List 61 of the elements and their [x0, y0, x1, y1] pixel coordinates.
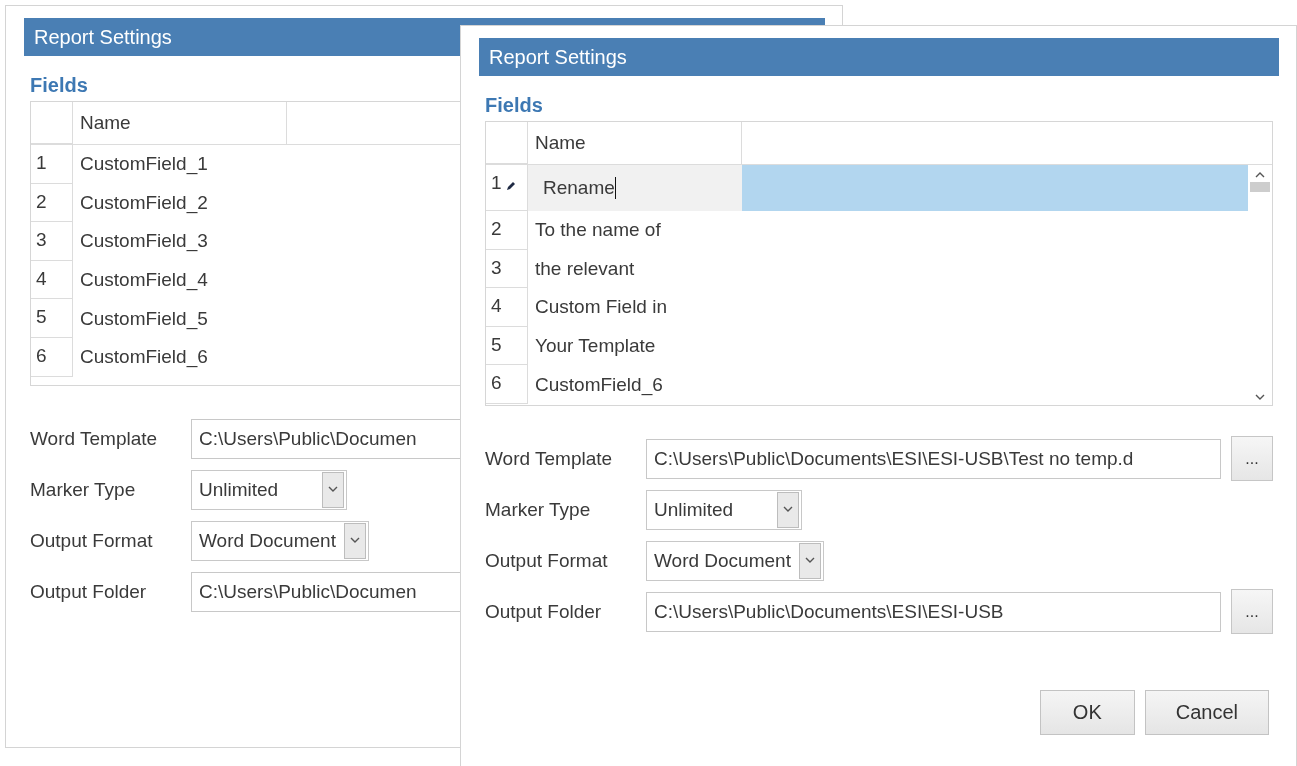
rename-field[interactable]: Rename — [528, 165, 742, 211]
field-label: Output Format — [30, 529, 154, 552]
row-number: 4 — [491, 295, 502, 318]
row-number: 2 — [36, 190, 47, 213]
column-header-text: Name — [80, 112, 131, 134]
field-label: Output Folder — [485, 600, 603, 623]
scrollbar-thumb[interactable] — [1250, 182, 1270, 192]
field-label: Word Template — [485, 447, 614, 470]
row-number: 1 — [36, 152, 47, 174]
dropdown[interactable]: Word Document — [191, 520, 369, 561]
name-cell: To the name of — [535, 219, 661, 242]
window-title: Report Settings — [34, 25, 172, 49]
row-number: 4 — [36, 267, 47, 290]
column-header-text: Name — [535, 132, 586, 154]
name-cell: Your Template — [535, 335, 656, 358]
grid-row[interactable]: 3 the relevant — [486, 249, 1272, 289]
chevron-down-icon[interactable] — [804, 556, 815, 564]
name-cell: CustomField_6 — [535, 373, 663, 396]
name-cell: CustomField_1 — [80, 153, 208, 176]
field-label: Marker Type — [485, 498, 592, 521]
chevron-down-icon[interactable] — [328, 485, 338, 493]
section-heading: Fields — [30, 73, 88, 97]
path-field[interactable]: C:\Users\Public\Documents\ESI\ESI-USB — [646, 591, 1221, 632]
row-number: 3 — [491, 256, 502, 279]
row-number: 1 — [491, 172, 502, 194]
path-field[interactable]: C:\Users\Public\Documents\ESI\ESI-USB\Test no temp.d — [646, 438, 1221, 479]
row-number: 5 — [36, 306, 47, 329]
dropdown[interactable]: Unlimited — [646, 489, 802, 530]
row-number: 6 — [36, 344, 47, 367]
grid-row[interactable]: 5 Your Template — [486, 326, 1272, 366]
grid-row[interactable]: 2 To the name of — [486, 211, 1272, 250]
browse-button[interactable]: ... — [1231, 436, 1273, 481]
name-cell: CustomField_3 — [80, 230, 208, 253]
chevron-down-icon[interactable] — [349, 536, 360, 544]
dropdown[interactable]: Word Document — [646, 540, 824, 581]
cancel-button[interactable]: Cancel — [1144, 690, 1269, 735]
ok-button[interactable]: OK — [1039, 690, 1135, 735]
row-number: 2 — [491, 218, 502, 240]
name-cell: CustomField_5 — [80, 307, 208, 330]
row-number: 6 — [491, 372, 502, 395]
chevron-down-icon[interactable] — [1255, 394, 1265, 401]
field-label: Output Folder — [30, 580, 148, 603]
dropdown[interactable]: Unlimited — [191, 469, 347, 510]
grid-row[interactable]: 6 CustomField_6 — [486, 365, 1272, 404]
name-cell: Custom Field in — [535, 296, 667, 319]
field-label: Marker Type — [30, 478, 137, 501]
name-cell: CustomField_6 — [80, 346, 208, 369]
name-cell: CustomField_2 — [80, 191, 208, 214]
window-title: Report Settings — [489, 45, 627, 69]
grid-row[interactable]: 1 Rename — [486, 165, 1272, 211]
browse-button[interactable]: ... — [1231, 589, 1273, 634]
chevron-down-icon[interactable] — [783, 505, 793, 513]
name-cell: CustomField_4 — [80, 269, 208, 292]
chevron-up-icon[interactable] — [1255, 171, 1265, 178]
grid-row[interactable]: 4 Custom Field in — [486, 288, 1272, 327]
name-cell: the relevant — [535, 257, 635, 280]
row-number: 3 — [36, 229, 47, 252]
row-number: 5 — [491, 333, 502, 356]
section-heading: Fields — [485, 93, 543, 117]
field-label: Word Template — [30, 427, 159, 450]
field-label: Output Format — [485, 549, 609, 572]
